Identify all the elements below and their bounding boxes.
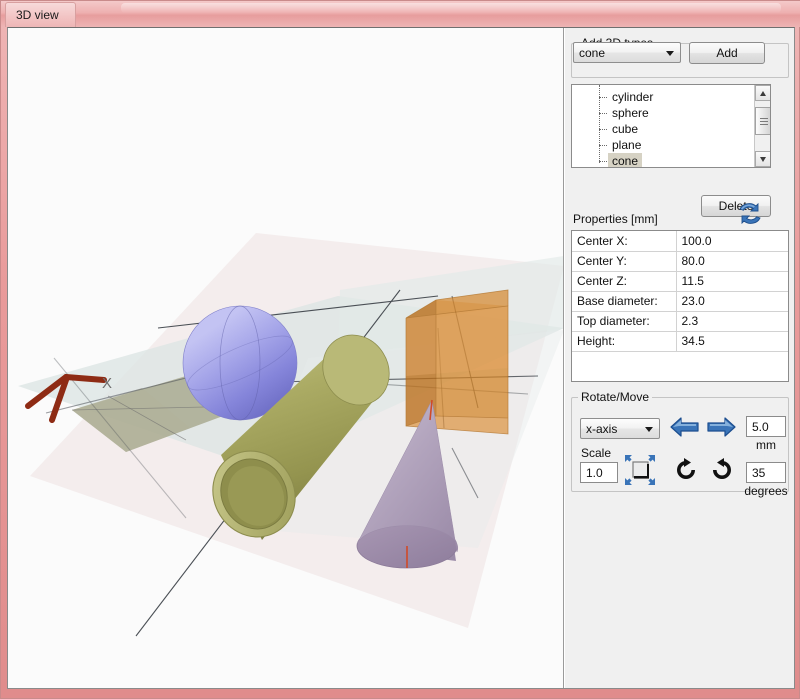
rotate-counterclockwise-icon[interactable]: [708, 456, 736, 484]
distance-unit-label: mm: [756, 438, 776, 452]
property-key: Base diameter:: [572, 291, 677, 312]
scale-input[interactable]: 1.0: [580, 462, 618, 483]
chevron-down-icon: [666, 51, 674, 56]
refresh-icon[interactable]: [735, 200, 765, 228]
property-key: Height:: [572, 331, 677, 352]
property-value[interactable]: 80.0: [676, 251, 788, 272]
arrow-right-icon[interactable]: [704, 414, 738, 440]
3d-viewport[interactable]: X: [8, 28, 564, 688]
property-value[interactable]: 11.5: [676, 271, 788, 292]
scale-label: Scale: [581, 446, 612, 460]
distance-input[interactable]: 5.0: [746, 416, 786, 437]
tree-connector: [599, 129, 607, 130]
client-area: X Add 3D types cone Add cylinder: [7, 27, 795, 689]
table-row[interactable]: Top diameter: 2.3: [572, 311, 788, 332]
tree-connector: [599, 161, 607, 162]
property-value[interactable]: 2.3: [676, 311, 788, 332]
scale-handles-icon[interactable]: [624, 454, 656, 486]
property-key: Top diameter:: [572, 311, 677, 332]
rotate-move-legend: Rotate/Move: [581, 390, 650, 404]
chevron-down-icon: [645, 427, 653, 432]
angle-unit-label: degrees: [744, 484, 788, 498]
table-row[interactable]: Height: 34.5: [572, 331, 788, 352]
table-row[interactable]: Center X: 100.0: [572, 231, 788, 252]
axis-gizmo-label: X: [102, 375, 112, 392]
table-row[interactable]: Center Z: 11.5: [572, 271, 788, 292]
3d-scene-canvas[interactable]: X: [8, 28, 564, 688]
cube-object: [405, 289, 509, 435]
tree-item-cube[interactable]: cube: [608, 121, 642, 137]
property-key: Center Z:: [572, 271, 677, 292]
table-row[interactable]: Base diameter: 23.0: [572, 291, 788, 312]
properties-title: Properties [mm]: [573, 212, 658, 226]
property-key: Center Y:: [572, 251, 677, 272]
tree-connector: [599, 145, 607, 146]
tree-item-sphere[interactable]: sphere: [608, 105, 653, 121]
triangle-up-icon: [760, 91, 766, 96]
tree-connector: [599, 97, 607, 98]
scroll-up-button[interactable]: [755, 85, 770, 101]
tree-item-cone[interactable]: cone: [608, 153, 643, 167]
angle-input[interactable]: 35: [746, 462, 786, 483]
property-key: Center X:: [572, 231, 677, 252]
arrow-left-icon[interactable]: [668, 414, 702, 440]
axis-select[interactable]: x-axis: [580, 418, 660, 439]
object-tree[interactable]: cylinder sphere cube plane cone: [571, 84, 771, 168]
property-value[interactable]: 34.5: [676, 331, 788, 352]
titlebar-sheen: [121, 3, 781, 13]
object-tree-items: cylinder sphere cube plane cone: [572, 85, 754, 167]
property-value[interactable]: 23.0: [676, 291, 788, 312]
rotate-clockwise-icon[interactable]: [672, 456, 700, 484]
application-window: 3D view X cone Add cylinder sphere cube …: [0, 0, 800, 699]
triangle-down-icon: [760, 157, 766, 162]
property-value[interactable]: 100.0: [676, 231, 788, 252]
scroll-down-button[interactable]: [755, 151, 770, 167]
title-bar: 3D view: [1, 1, 800, 27]
window-title-tab[interactable]: 3D view: [5, 2, 76, 27]
properties-table[interactable]: Center X: 100.0 Center Y: 80.0 Center Z:…: [571, 230, 789, 382]
type-select[interactable]: cone: [573, 42, 681, 63]
tree-scrollbar[interactable]: [754, 85, 770, 167]
rotate-move-group: Rotate/Move x-axis Scale 1.0 5.0 mm 35 d…: [571, 390, 789, 498]
add-button[interactable]: Add: [689, 42, 765, 64]
control-panel: Add 3D types cone Add cylinder sphere cu…: [565, 28, 794, 688]
table-row[interactable]: Center Y: 80.0: [572, 251, 788, 272]
tree-item-cylinder[interactable]: cylinder: [608, 89, 657, 105]
scrollbar-thumb[interactable]: [755, 107, 770, 135]
tree-item-plane[interactable]: plane: [608, 137, 645, 153]
axis-select-value: x-axis: [586, 422, 618, 436]
type-select-value: cone: [579, 46, 606, 60]
tree-connector: [599, 113, 607, 114]
